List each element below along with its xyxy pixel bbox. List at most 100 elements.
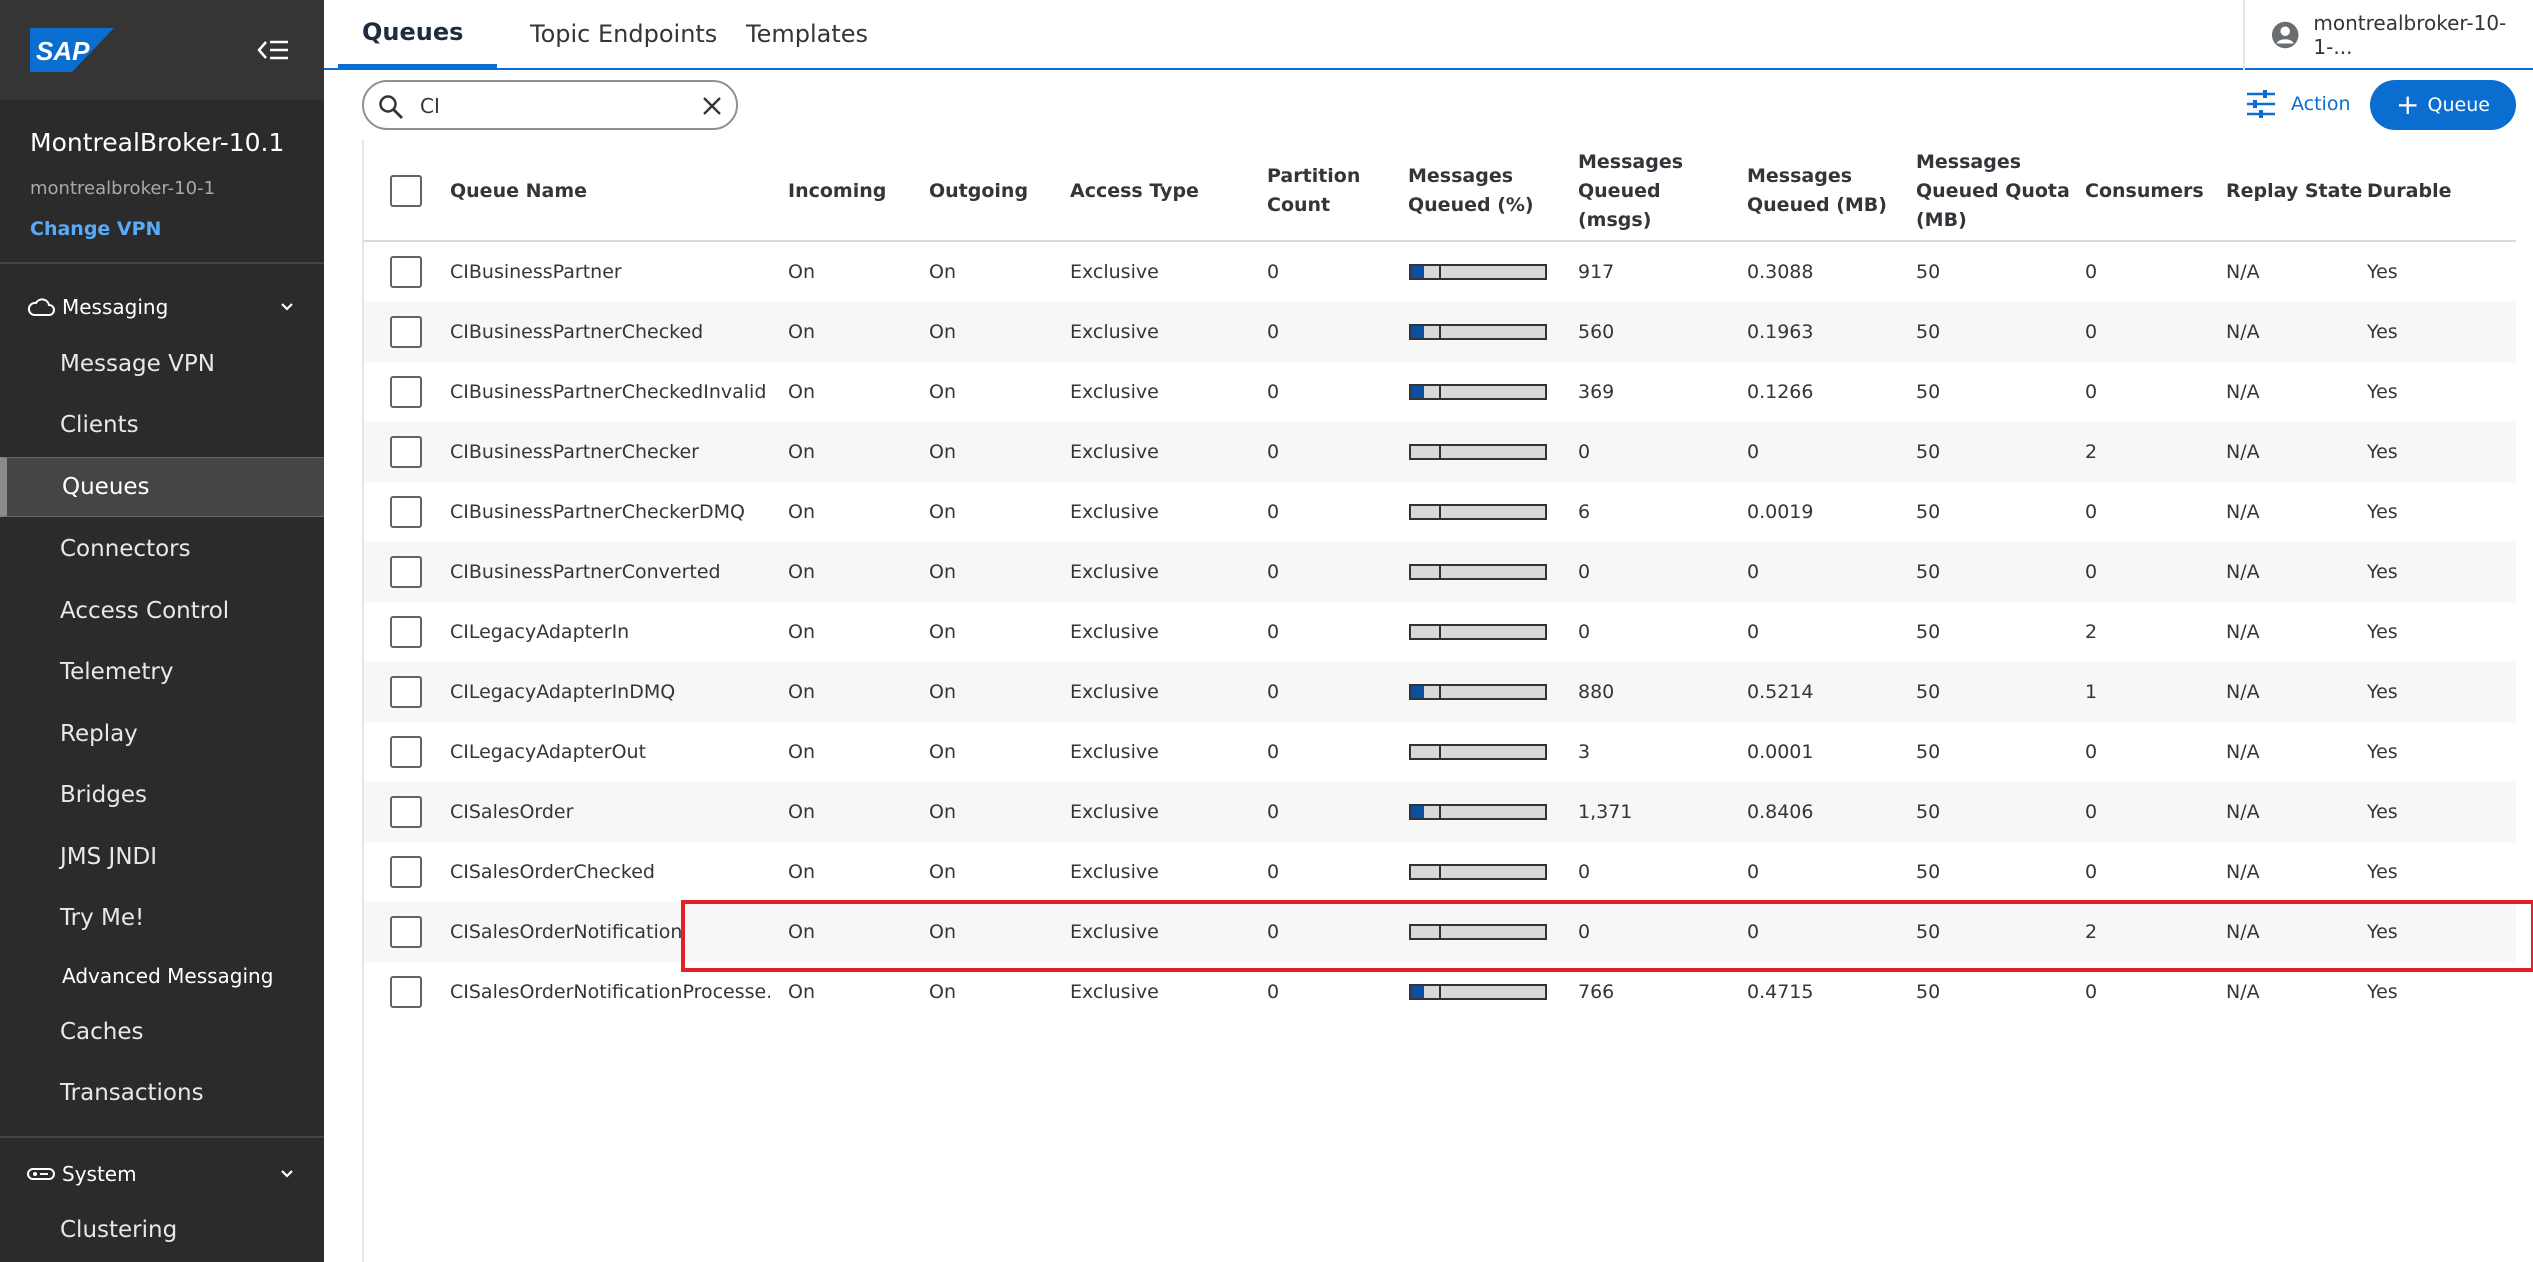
outgoing-cell: On [929,561,956,583]
column-header-incoming[interactable]: Incoming [788,140,918,242]
column-header-queue-name[interactable]: Queue Name [450,140,750,242]
sidebar-item-clients[interactable]: Clients [0,395,324,455]
outgoing-cell: On [929,921,956,943]
partition-count-cell: 0 [1267,501,1280,523]
sidebar-section-system[interactable]: System [0,1149,324,1199]
column-header-outgoing[interactable]: Outgoing [929,140,1059,242]
messages-queued-pct-bar [1409,264,1547,280]
row-checkbox[interactable] [390,256,422,288]
select-all-checkbox[interactable] [390,175,422,207]
row-checkbox[interactable] [390,376,422,408]
table-row[interactable]: CISalesOrderNotification On On Exclusive 0 0 0… [364,902,2516,962]
outgoing-cell: On [929,681,956,703]
table-row[interactable]: CIBusinessPartnerChecker On On Exclusive 0 0 0… [364,422,2516,482]
add-queue-button[interactable]: + Queue [2370,80,2516,130]
table-row[interactable]: CILegacyAdapterOut On On Exclusive 0 3 0.0001 5… [364,722,2516,782]
change-vpn-link[interactable]: Change VPN [30,218,161,240]
incoming-cell: On [788,561,815,583]
column-header-consumers[interactable]: Consumers [2085,140,2225,242]
sidebar-item-clustering[interactable]: Clustering [0,1200,324,1260]
sidebar-item-connectors[interactable]: Connectors [0,519,324,579]
tab-templates[interactable]: Templates [724,0,890,68]
sidebar-item-jms-jndi[interactable]: JMS JNDI [0,827,324,887]
table-row[interactable]: CISalesOrder On On Exclusive 0 1,371 0.8406 50 0… [364,782,2516,842]
messages-queued-msgs-cell: 560 [1578,321,1615,343]
table-row[interactable]: CIBusinessPartnerConverted On On Exclusive 0… [364,542,2516,602]
column-header-access-type[interactable]: Access Type [1070,140,1230,242]
top-tab-bar: Queues Topic Endpoints Templates montrea… [324,0,2533,70]
column-header-replay-state[interactable]: Replay State [2226,140,2366,242]
sidebar-item-transactions[interactable]: Transactions [0,1063,324,1123]
row-checkbox[interactable] [390,496,422,528]
partition-count-cell: 0 [1267,321,1280,343]
row-checkbox[interactable] [390,796,422,828]
table-row[interactable]: CIBusinessPartnerChecked On On Exclusive 0 56… [364,302,2516,362]
row-checkbox[interactable] [390,916,422,948]
messages-queued-pct-bar [1409,504,1547,520]
row-checkbox[interactable] [390,736,422,768]
tab-queues[interactable]: Queues [338,0,498,68]
chevron-down-icon [281,1170,293,1178]
sidebar-item-queues[interactable]: Queues [0,457,324,517]
user-menu[interactable]: montrealbroker-10-1-... [2243,0,2533,70]
bar-marker [1439,564,1441,580]
column-header-messages-queued-mb[interactable]: Messages Queued (MB) [1747,140,1897,242]
column-header-partition-count[interactable]: Partition Count [1267,140,1387,242]
row-checkbox[interactable] [390,976,422,1008]
table-row[interactable]: CISalesOrderChecked On On Exclusive 0 0 0 50 0 N/… [364,842,2516,902]
tab-topic-endpoints[interactable]: Topic Endpoints [508,0,739,68]
access-type-cell: Exclusive [1070,681,1159,703]
sidebar-item-telemetry[interactable]: Telemetry [0,642,324,702]
table-row[interactable]: CISalesOrderNotificationProcesse... On On E… [364,962,2516,1022]
queue-name-cell: CILegacyAdapterInDMQ [450,681,676,703]
row-checkbox[interactable] [390,856,422,888]
sidebar-header: SAP [0,0,324,100]
sidebar-item-caches[interactable]: Caches [0,1002,324,1062]
bar-fill [1411,986,1424,998]
row-checkbox[interactable] [390,436,422,468]
sidebar-divider [0,262,324,264]
search-input[interactable] [420,92,690,120]
table-row[interactable]: CILegacyAdapterInDMQ On On Exclusive 0 880 0.5… [364,662,2516,722]
replay-state-cell: N/A [2226,561,2260,583]
messages-queued-msgs-cell: 1,371 [1578,801,1633,823]
messages-queued-mb-cell: 0.1266 [1747,381,1814,403]
sidebar-item-try-me[interactable]: Try Me! [0,888,324,948]
row-checkbox[interactable] [390,316,422,348]
quota-cell: 50 [1916,501,1941,523]
messages-queued-mb-cell: 0 [1747,561,1760,583]
column-header-messages-queued-pct[interactable]: Messages Queued (%) [1408,140,1553,242]
messages-queued-mb-cell: 0.5214 [1747,681,1814,703]
partition-count-cell: 0 [1267,621,1280,643]
collapse-menu-icon[interactable] [256,36,290,64]
row-checkbox[interactable] [390,616,422,648]
messages-queued-mb-cell: 0.1963 [1747,321,1814,343]
durable-cell: Yes [2367,801,2398,823]
consumers-cell: 0 [2085,261,2098,283]
column-header-durable[interactable]: Durable [2367,140,2487,242]
consumers-cell: 2 [2085,621,2098,643]
sidebar-item-access-control[interactable]: Access Control [0,581,324,641]
table-row[interactable]: CIBusinessPartnerCheckerDMQ On On Exclusive… [364,482,2516,542]
sidebar-item-replay[interactable]: Replay [0,704,324,764]
partition-count-cell: 0 [1267,261,1280,283]
row-checkbox[interactable] [390,676,422,708]
durable-cell: Yes [2367,861,2398,883]
column-header-messages-queued-quota[interactable]: Messages Queued Quota (MB) [1916,140,2086,242]
broker-subtitle: montrealbroker-10-1 [30,178,216,199]
sidebar-item-advanced-messaging[interactable]: Advanced Messaging [0,946,324,1006]
sidebar-section-messaging[interactable]: Messaging [0,282,324,332]
queue-name-cell: CIBusinessPartnerConverted [450,561,721,583]
close-icon[interactable] [700,94,724,118]
replay-state-cell: N/A [2226,741,2260,763]
bar-marker [1439,504,1441,520]
sidebar-item-message-vpn[interactable]: Message VPN [0,334,324,394]
action-button[interactable]: Action [2245,84,2351,124]
row-checkbox[interactable] [390,556,422,588]
table-row[interactable]: CILegacyAdapterIn On On Exclusive 0 0 0 50 2 N/A Y… [364,602,2516,662]
column-header-messages-queued-msgs[interactable]: Messages Queued (msgs) [1578,140,1738,242]
bar-marker [1439,444,1441,460]
table-row[interactable]: CIBusinessPartnerCheckedInvalid On On Exclu… [364,362,2516,422]
sidebar-item-bridges[interactable]: Bridges [0,765,324,825]
table-row[interactable]: CIBusinessPartner On On Exclusive 0 917 0.3088… [364,242,2516,302]
